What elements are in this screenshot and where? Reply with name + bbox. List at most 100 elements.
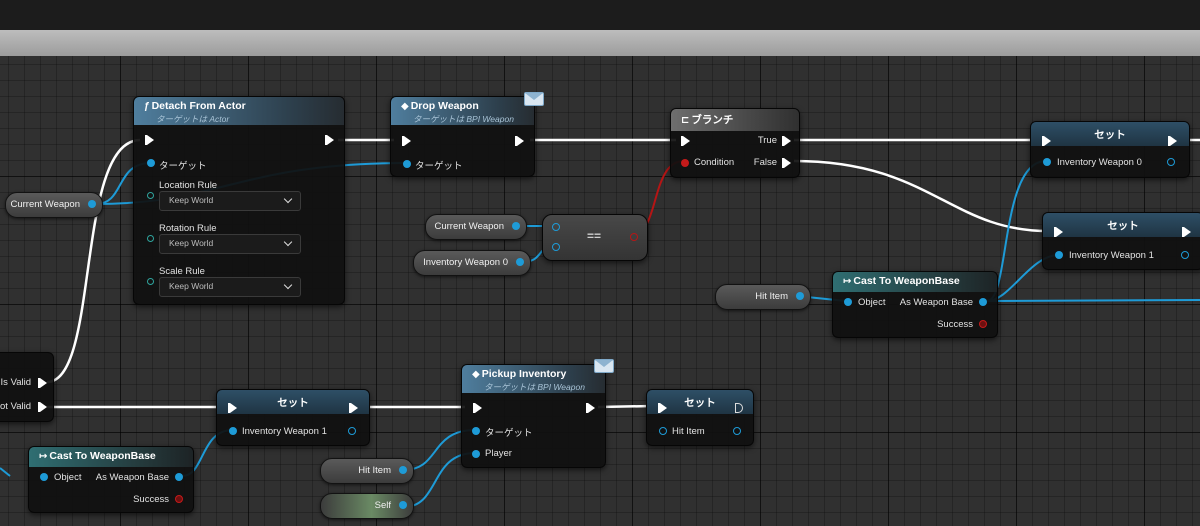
set-hit-value-pin[interactable] <box>659 427 667 435</box>
pickup-inventory-node[interactable]: ◆ Pickup Inventory ターゲットは BPI Weapon ターゲッ… <box>461 364 606 468</box>
cast-bottom-as-weapon-pin[interactable] <box>175 473 183 481</box>
current-weapon-getter-2[interactable]: Current Weapon <box>425 214 527 240</box>
hit-item-pin[interactable] <box>796 292 804 300</box>
detach-exec-in[interactable] <box>145 135 154 145</box>
drop-weapon-node[interactable]: ◆ Drop Weapon ターゲットは BPI Weapon ターゲット <box>390 96 535 177</box>
is-valid-node[interactable]: Is Valid ot Valid <box>0 352 54 422</box>
branch-exec-in[interactable] <box>681 136 690 146</box>
branch-condition-pin[interactable] <box>681 159 689 167</box>
hit-item-pin-2[interactable] <box>399 466 407 474</box>
detach-exec-out[interactable] <box>325 135 334 145</box>
graph-tab-strip <box>0 30 1200 56</box>
equal-operator: == <box>587 229 602 243</box>
equal-node[interactable]: == <box>542 214 648 261</box>
cast-icon: ↦ <box>39 451 48 462</box>
set-inv1-bottom-header: セット <box>217 390 369 414</box>
current-weapon-pin-2[interactable] <box>512 222 520 230</box>
pickup-exec-in[interactable] <box>473 403 482 413</box>
set-inv1-bottom-exec-out[interactable] <box>349 403 358 413</box>
set-inventory-weapon0-node[interactable]: セット Inventory Weapon 0 <box>1030 121 1190 178</box>
current-weapon-getter[interactable]: Current Weapon <box>5 192 103 218</box>
set-inv1-header: セット <box>1043 213 1200 237</box>
set-inventory-weapon1-bottom-node[interactable]: セット Inventory Weapon 1 <box>216 389 370 446</box>
current-weapon-pin[interactable] <box>88 200 96 208</box>
set-inv0-exec-in[interactable] <box>1042 136 1051 146</box>
is-valid-label: Is Valid <box>0 377 31 388</box>
branch-header: ⊏ ブランチ <box>671 109 799 131</box>
chevron-down-icon <box>283 194 293 204</box>
branch-false-pin[interactable] <box>782 158 791 168</box>
cast-bottom-success-pin[interactable] <box>175 495 183 503</box>
envelope-icon <box>594 359 614 373</box>
equal-a-pin[interactable] <box>552 223 560 231</box>
pickup-player-pin[interactable] <box>472 450 480 458</box>
pickup-exec-out[interactable] <box>586 403 595 413</box>
envelope-icon <box>524 92 544 106</box>
set-inv1-bottom-exec-in[interactable] <box>228 403 237 413</box>
location-rule-dropdown[interactable]: Keep World <box>159 191 301 211</box>
interface-message-icon: ◆ <box>401 101 409 112</box>
location-rule-pin[interactable] <box>147 192 154 199</box>
cast-bottom-header: ↦ Cast To WeaponBase <box>29 447 193 467</box>
drop-exec-in[interactable] <box>402 136 411 146</box>
interface-message-icon: ◆ <box>472 369 480 380</box>
drop-target-pin[interactable] <box>403 160 411 168</box>
cast-icon: ↦ <box>843 276 852 287</box>
rotation-rule-dropdown[interactable]: Keep World <box>159 234 301 254</box>
set-inv1-exec-in[interactable] <box>1054 227 1063 237</box>
branch-true-pin[interactable] <box>782 136 791 146</box>
function-icon: ƒ <box>144 101 150 112</box>
set-inv1-value-pin[interactable] <box>1055 251 1063 259</box>
detach-from-actor-node[interactable]: ƒ Detach From Actor ターゲットは Actor ターゲット Lo… <box>133 96 345 305</box>
set-inv0-out-pin[interactable] <box>1167 158 1175 166</box>
set-inv1-exec-out[interactable] <box>1182 227 1191 237</box>
exec-wire <box>597 404 653 409</box>
hit-item-getter-2[interactable]: Hit Item <box>320 458 414 484</box>
is-not-valid-exec-pin[interactable] <box>38 402 47 412</box>
drop-weapon-header: ◆ Drop Weapon ターゲットは BPI Weapon <box>391 97 534 125</box>
scale-rule-dropdown[interactable]: Keep World <box>159 277 301 297</box>
inventory-weapon0-getter[interactable]: Inventory Weapon 0 <box>413 250 531 276</box>
inventory-weapon0-pin[interactable] <box>516 258 524 266</box>
equal-result-pin[interactable] <box>630 233 638 241</box>
cast-object-pin[interactable] <box>844 298 852 306</box>
detach-target-label: ターゲット <box>159 161 207 172</box>
chevron-down-icon <box>283 280 293 290</box>
pickup-header: ◆ Pickup Inventory ターゲットは BPI Weapon <box>462 365 605 393</box>
is-not-valid-label: ot Valid <box>0 401 31 412</box>
chevron-down-icon <box>283 237 293 247</box>
set-hit-exec-in[interactable] <box>658 403 667 413</box>
set-inv0-value-pin[interactable] <box>1043 158 1051 166</box>
rotation-rule-pin[interactable] <box>147 235 154 242</box>
set-inv1-out-pin[interactable] <box>1181 251 1189 259</box>
branch-node[interactable]: ⊏ ブランチ Condition True False <box>670 108 800 178</box>
is-valid-exec-pin[interactable] <box>38 378 47 388</box>
cast-bottom-object-pin[interactable] <box>40 473 48 481</box>
self-getter[interactable]: Self <box>320 493 414 519</box>
set-hit-out-pin[interactable] <box>733 427 741 435</box>
set-inventory-weapon1-node[interactable]: セット Inventory Weapon 1 <box>1042 212 1200 270</box>
data-wire <box>986 299 1200 302</box>
set-inv1-bottom-out-pin[interactable] <box>348 427 356 435</box>
branch-icon: ⊏ <box>681 115 690 126</box>
cast-to-weaponbase-node[interactable]: ↦ Cast To WeaponBase Object As Weapon Bas… <box>832 271 998 338</box>
blueprint-graph[interactable]: Is Valid ot Valid Current Weapon ƒ Detach… <box>0 56 1200 526</box>
pickup-target-pin[interactable] <box>472 427 480 435</box>
equal-b-pin[interactable] <box>552 243 560 251</box>
cast-as-weapon-pin[interactable] <box>979 298 987 306</box>
hit-item-getter[interactable]: Hit Item <box>715 284 811 310</box>
cast-header: ↦ Cast To WeaponBase <box>833 272 997 292</box>
self-pin[interactable] <box>399 501 407 509</box>
set-hit-item-node[interactable]: セット Hit Item <box>646 389 754 446</box>
top-toolbar <box>0 0 1200 30</box>
drop-exec-out[interactable] <box>515 136 524 146</box>
set-inv0-header: セット <box>1031 122 1189 146</box>
cast-to-weaponbase-bottom-node[interactable]: ↦ Cast To WeaponBase Object As Weapon Bas… <box>28 446 194 513</box>
data-wire <box>0 467 11 477</box>
detach-target-pin[interactable] <box>147 159 155 167</box>
detach-header: ƒ Detach From Actor ターゲットは Actor <box>134 97 344 125</box>
scale-rule-pin[interactable] <box>147 278 154 285</box>
cast-success-pin[interactable] <box>979 320 987 328</box>
set-inv0-exec-out[interactable] <box>1168 136 1177 146</box>
set-inv1-bottom-value-pin[interactable] <box>229 427 237 435</box>
